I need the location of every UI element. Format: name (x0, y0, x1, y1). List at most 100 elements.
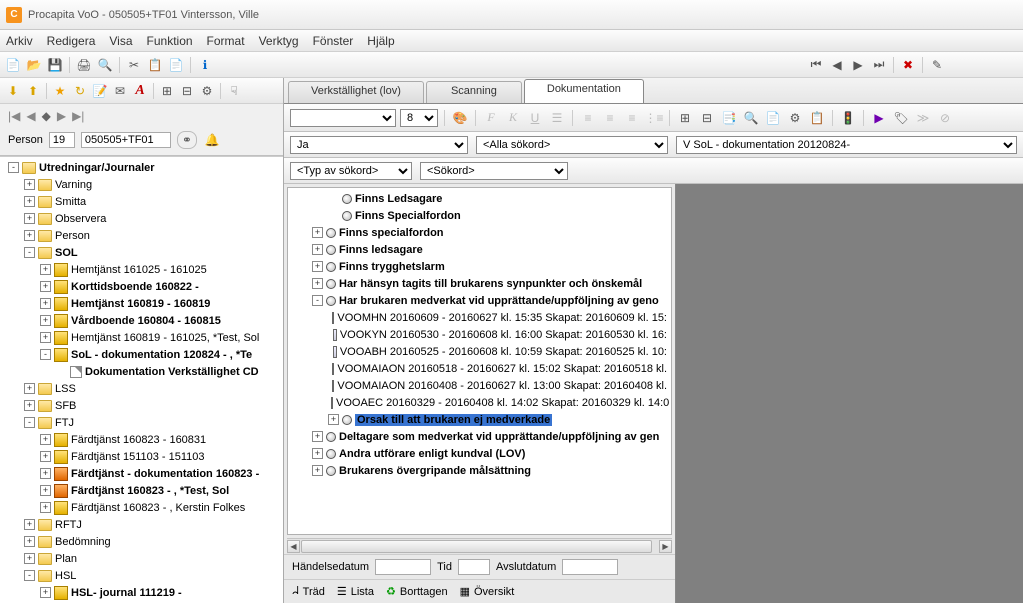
tree-node[interactable]: +Korttidsboende 160822 - (0, 278, 283, 295)
tree-node[interactable]: -FTJ (0, 414, 283, 431)
save-icon[interactable]: 💾 (46, 56, 64, 74)
tree-node[interactable]: -Utredningar/Journaler (0, 159, 283, 176)
italic-icon[interactable]: K (504, 109, 522, 127)
rec-last-icon[interactable]: ▶| (72, 109, 84, 123)
tree-node[interactable]: +Orsak till att brukaren ej medverkade (288, 411, 671, 428)
expand-icon[interactable]: + (312, 227, 323, 238)
avslutdatum-input[interactable] (562, 559, 618, 575)
expand-icon[interactable]: + (312, 244, 323, 255)
attach-icon[interactable]: A (131, 82, 149, 100)
tree-node[interactable]: +Vårdboende 160804 - 160815 (0, 312, 283, 329)
preview-icon[interactable]: 🔍 (96, 56, 114, 74)
mail-icon[interactable]: ✉ (111, 82, 129, 100)
tree-node[interactable]: Finns Specialfordon (288, 207, 671, 224)
document-tree[interactable]: Finns LedsagareFinns Specialfordon+Finns… (287, 187, 672, 535)
find-icon[interactable]: 🔍 (742, 109, 760, 127)
expand-icon[interactable]: + (40, 468, 51, 479)
tree-node[interactable]: +Färdtjänst 160823 - , Kerstin Folkes (0, 499, 283, 516)
tree-node[interactable]: VOOABH 20160525 - 20160608 kl. 10:59 Ska… (288, 343, 671, 360)
tree-node[interactable]: +Hemtjänst 161025 - 161025 (0, 261, 283, 278)
align-right-icon[interactable]: ≡ (623, 109, 641, 127)
print-icon[interactable]: 🖨 (75, 56, 93, 74)
font-select[interactable] (290, 109, 396, 127)
expand-icon[interactable]: - (312, 295, 323, 306)
underline-icon[interactable]: U (526, 109, 544, 127)
expand-icon[interactable]: + (312, 448, 323, 459)
expand-icon[interactable]: + (40, 502, 51, 513)
view-borttagen[interactable]: ♻Borttagen (386, 585, 448, 598)
rec-first-icon[interactable]: |◀ (8, 109, 20, 123)
tree-expand-icon[interactable]: ⊞ (158, 82, 176, 100)
strike-icon[interactable]: ☰ (548, 109, 566, 127)
tree-node[interactable]: +Hemtjänst 160819 - 161025, *Test, Sol (0, 329, 283, 346)
expand-icon[interactable]: + (24, 400, 35, 411)
nav-next-icon[interactable]: ▶ (849, 56, 867, 74)
view-oversikt[interactable]: ▦Översikt (460, 585, 515, 598)
expand-icon[interactable]: + (24, 383, 35, 394)
tab-dokumentation[interactable]: Dokumentation (524, 79, 644, 103)
expand-icon[interactable]: + (24, 213, 35, 224)
tree-node[interactable]: +Har hänsyn tagits till brukarens synpun… (288, 275, 671, 292)
star-icon[interactable]: ★ (51, 82, 69, 100)
view-trad[interactable]: ᖹTräd (292, 585, 325, 598)
scroll-right-icon[interactable]: ▶ (659, 540, 672, 553)
nav-prev-icon[interactable]: ◀ (828, 56, 846, 74)
check-icon[interactable]: ⊘ (936, 109, 954, 127)
h-scrollbar[interactable]: ◀ ▶ (287, 538, 672, 554)
forward-icon[interactable]: ≫ (914, 109, 932, 127)
expand-icon[interactable]: - (24, 247, 35, 258)
tree-node[interactable]: +RFTJ (0, 516, 283, 533)
expand-icon[interactable]: + (40, 587, 51, 598)
view-lista[interactable]: ☰Lista (337, 585, 374, 598)
expand-icon[interactable]: + (312, 465, 323, 476)
tree-node[interactable]: Dokumentation Verkställighet CD (0, 363, 283, 380)
tree-node[interactable]: +Färdtjänst 160823 - 160831 (0, 431, 283, 448)
nav-last-icon[interactable]: ⏭ (870, 56, 888, 74)
expand-icon[interactable]: + (24, 196, 35, 207)
page-icon[interactable]: 📄 (764, 109, 782, 127)
tree-node[interactable]: +SFB (0, 397, 283, 414)
tree-node[interactable]: +Färdtjänst - dokumentation 160823 - (0, 465, 283, 482)
expand-all-icon[interactable]: ⊞ (676, 109, 694, 127)
traffic-icon[interactable]: 🚦 (839, 109, 857, 127)
menu-visa[interactable]: Visa (109, 34, 132, 48)
menu-arkiv[interactable]: Arkiv (6, 34, 33, 48)
menu-verktyg[interactable]: Verktyg (259, 34, 299, 48)
size-select[interactable]: 8 (400, 109, 438, 127)
tree-node[interactable]: +Brukarens övergripande målsättning (288, 462, 671, 479)
tool1-icon[interactable]: ⚙ (786, 109, 804, 127)
tree-node[interactable]: +Finns ledsagare (288, 241, 671, 258)
expand-icon[interactable]: + (24, 519, 35, 530)
expand-icon[interactable]: + (24, 553, 35, 564)
up-icon[interactable]: ⬆ (24, 82, 42, 100)
expand-icon[interactable]: - (24, 570, 35, 581)
expand-icon[interactable]: - (40, 349, 51, 360)
expand-icon[interactable]: + (40, 485, 51, 496)
expand-icon[interactable]: + (40, 451, 51, 462)
note-icon[interactable]: 📝 (91, 82, 109, 100)
rec-next-icon[interactable]: ▶ (57, 109, 66, 123)
menu-fonster[interactable]: Fönster (313, 34, 354, 48)
tree-node[interactable]: +Finns specialfordon (288, 224, 671, 241)
expand-icon[interactable]: + (24, 230, 35, 241)
tree-node[interactable]: -Har brukaren medverkat vid upprättande/… (288, 292, 671, 309)
align-left-icon[interactable]: ≡ (579, 109, 597, 127)
new-icon[interactable]: 📄 (4, 56, 22, 74)
tid-input[interactable] (458, 559, 490, 575)
tag-icon[interactable]: 🏷 (892, 109, 910, 127)
tree-node[interactable]: +Bedömning (0, 533, 283, 550)
refresh-icon[interactable]: ↻ (71, 82, 89, 100)
cut-icon[interactable]: ✂ (125, 56, 143, 74)
stamp-icon[interactable]: 📑 (720, 109, 738, 127)
navigation-tree[interactable]: -Utredningar/Journaler+Varning+Smitta+Ob… (0, 156, 283, 603)
filter-sokord[interactable]: <Alla sökord> (476, 136, 668, 154)
menu-funktion[interactable]: Funktion (147, 34, 193, 48)
bold-icon[interactable]: F (482, 109, 500, 127)
link-icon[interactable]: ⚭ (177, 131, 197, 149)
nav-first-icon[interactable]: ⏮ (807, 56, 825, 74)
tool2-icon[interactable]: 📋 (808, 109, 826, 127)
expand-icon[interactable]: + (312, 431, 323, 442)
expand-icon[interactable]: - (24, 417, 35, 428)
info-icon[interactable]: ℹ (196, 56, 214, 74)
tab-verkstallighet[interactable]: Verkställighet (lov) (288, 81, 424, 103)
